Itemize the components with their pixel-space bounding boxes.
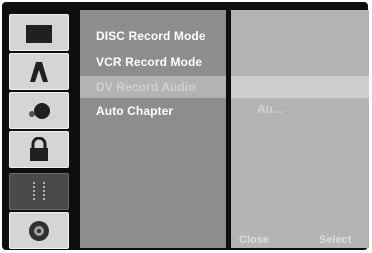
menu-frame: DISC Record Mode VCR Record Mode DV Reco… bbox=[2, 2, 369, 250]
a-letter-icon bbox=[30, 61, 48, 82]
sidebar-item-disc[interactable] bbox=[9, 212, 69, 249]
menu-item-vcr-record-mode[interactable]: VCR Record Mode bbox=[80, 51, 226, 73]
sidebar-item-audio[interactable] bbox=[9, 92, 69, 129]
select-hint: Select bbox=[319, 234, 352, 246]
auto-chapter-value: Au... bbox=[257, 102, 283, 116]
menu-item-dv-record-audio[interactable]: DV Record Audio bbox=[80, 76, 226, 98]
settings-menu: DISC Record Mode VCR Record Mode DV Reco… bbox=[80, 10, 226, 248]
close-hint: Close bbox=[239, 234, 269, 246]
sidebar-item-language[interactable] bbox=[9, 53, 69, 90]
selected-row-highlight bbox=[231, 76, 369, 98]
sliders-icon bbox=[33, 181, 45, 202]
value-panel: Au... Close Select bbox=[231, 10, 369, 248]
sidebar-item-lock[interactable] bbox=[9, 131, 69, 168]
disc-icon bbox=[29, 220, 49, 241]
sidebar bbox=[6, 8, 72, 249]
record-dot-icon bbox=[29, 102, 50, 119]
lock-icon bbox=[30, 136, 48, 161]
folder-icon bbox=[26, 24, 52, 43]
sidebar-item-general[interactable] bbox=[9, 14, 69, 51]
sidebar-item-recording[interactable] bbox=[9, 173, 69, 210]
menu-item-disc-record-mode[interactable]: DISC Record Mode bbox=[80, 25, 226, 47]
menu-item-auto-chapter[interactable]: Auto Chapter bbox=[80, 100, 226, 122]
